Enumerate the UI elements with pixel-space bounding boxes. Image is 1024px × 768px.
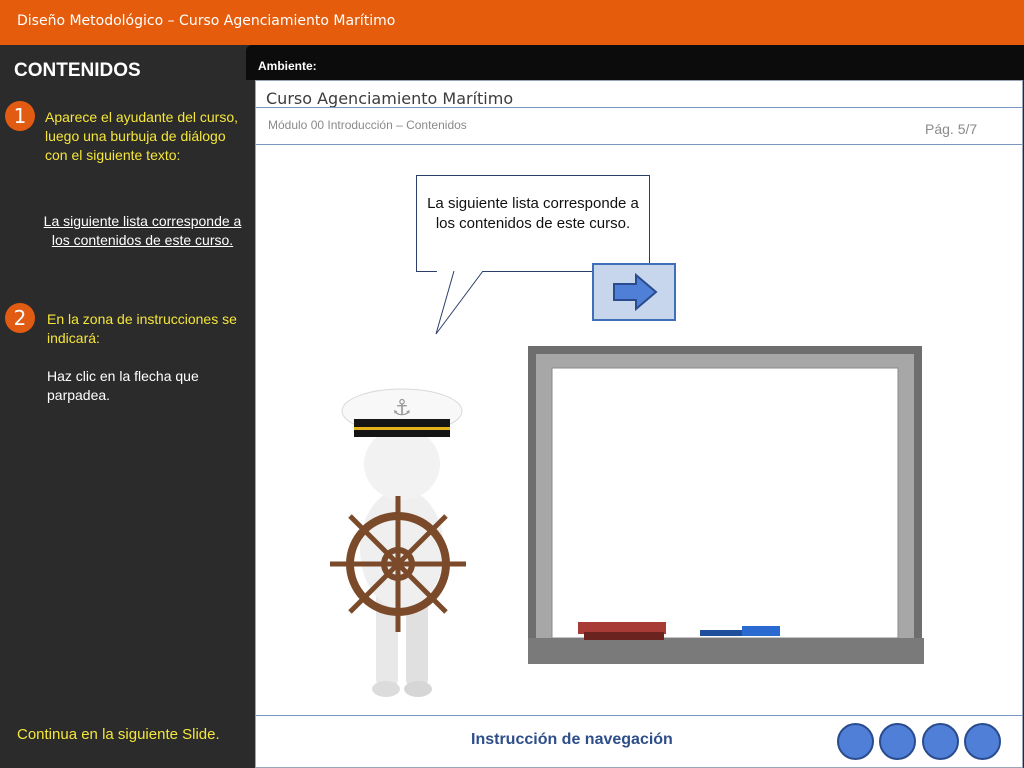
svg-text:⚓: ⚓ [392,396,412,421]
nav-button-1[interactable] [837,723,874,760]
speech-bubble-tail [435,271,484,335]
speech-bubble: La siguiente lista corresponde a los con… [416,175,650,272]
nav-button-4[interactable] [964,723,1001,760]
header-divider [256,144,1022,145]
module-subtitle: Módulo 00 Introducción – Contenidos [268,118,467,132]
step-2-instruction: Haz clic en la flecha que parpadea. [47,368,199,403]
whiteboard-illustration [528,346,924,664]
step-1-badge: 1 [5,101,35,131]
right-arrow-icon [613,272,658,312]
course-title: Curso Agenciamiento Marítimo [266,89,514,108]
window-title: Diseño Metodológico – Curso Agenciamient… [0,0,1024,45]
captain-helm-illustration: ⚓ [330,388,466,697]
next-arrow-button[interactable] [592,263,676,321]
content-panel: Curso Agenciamiento Marítimo Módulo 00 I… [255,80,1023,768]
footer-divider [256,715,1022,716]
nav-button-2[interactable] [879,723,916,760]
page-indicator: Pág. 5/7 [925,121,978,137]
step-1-text: Aparece el ayudante del curso, luego una… [45,109,239,163]
step-2-badge: 2 [5,303,35,333]
title-divider [256,107,1022,108]
navigation-instruction-label: Instrucción de navegación [471,731,673,748]
sidebar-title: CONTENIDOS [14,60,141,81]
ambient-bar: Ambiente: [246,45,1024,80]
continue-note: Continua en la siguiente Slide. [17,726,220,743]
step-2-text: En la zona de instrucciones se indicará: [47,311,237,346]
sidebar: CONTENIDOS 1 Aparece el ayudante del cur… [0,45,253,768]
ambient-label: Ambiente: [258,59,317,73]
nav-button-3[interactable] [922,723,959,760]
step-1-quote: La siguiente lista corresponde a los con… [43,213,242,248]
